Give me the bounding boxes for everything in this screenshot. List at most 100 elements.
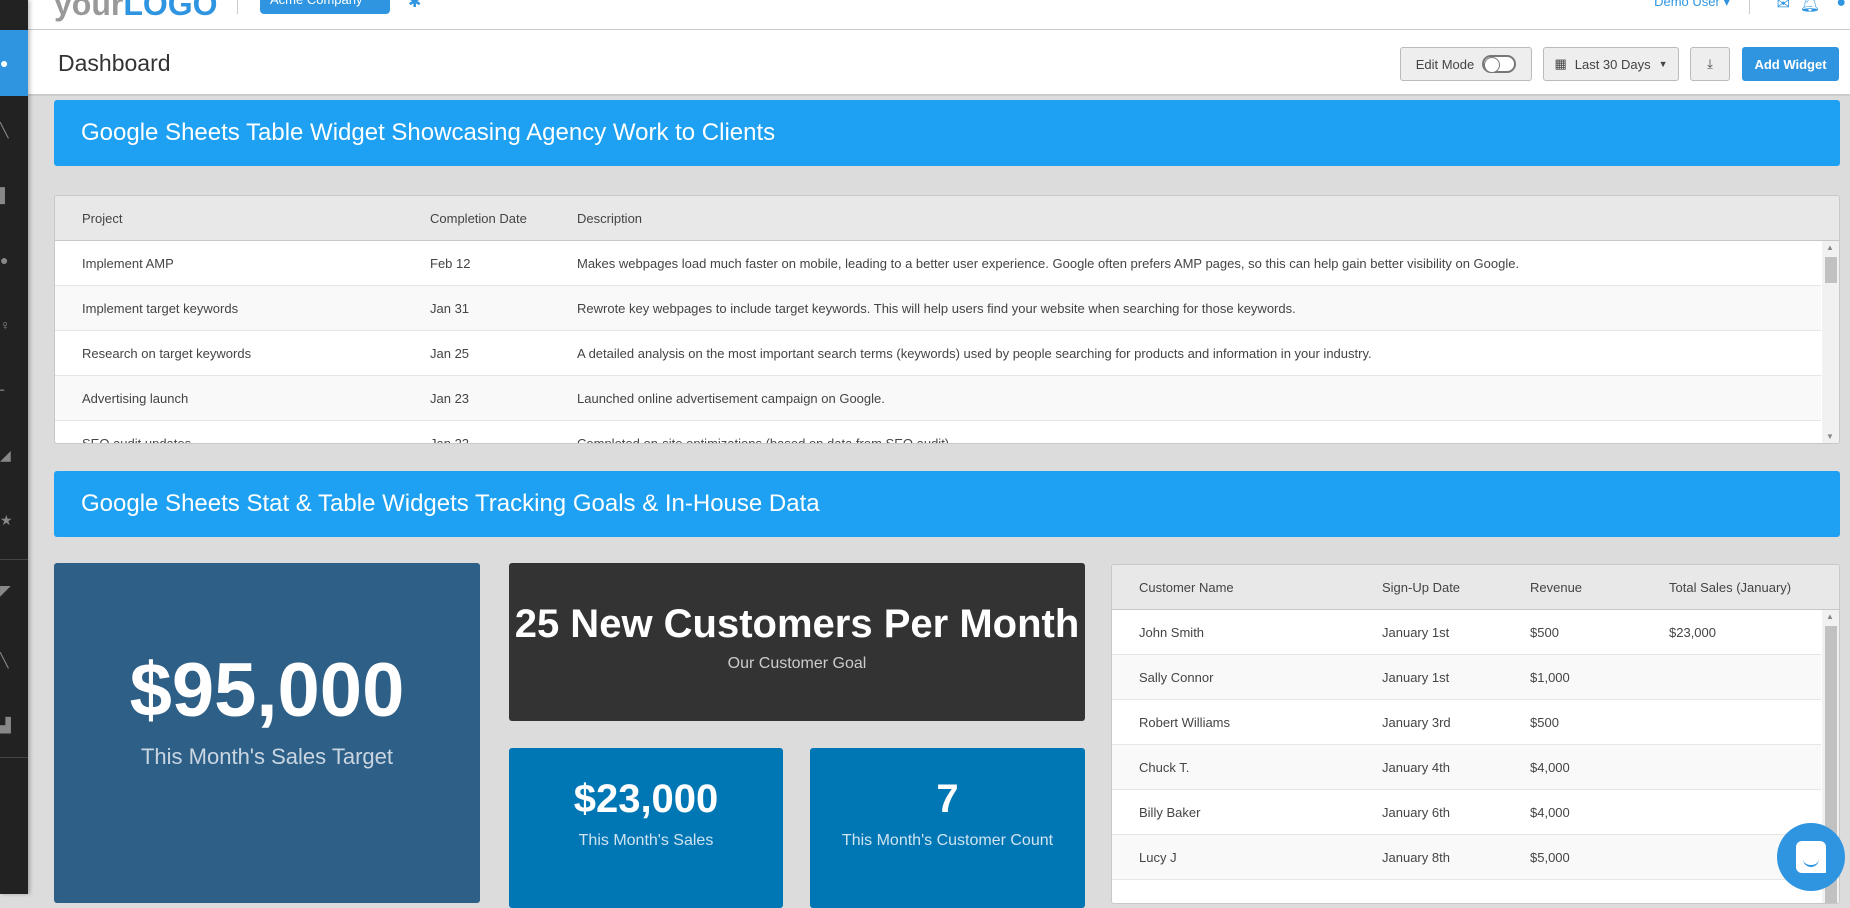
table-cell: A detailed analysis on the most importan…: [577, 346, 1372, 361]
megaphone-icon[interactable]: ✉: [1777, 0, 1790, 14]
logo-prefix: your: [54, 0, 124, 22]
download-button[interactable]: ⤓: [1690, 47, 1730, 81]
table-cell: Jan 31: [430, 301, 470, 316]
edit-mode-label: Edit Mode: [1415, 56, 1475, 72]
sidebar-item-3[interactable]: ●: [0, 240, 28, 280]
star-icon: ★: [0, 511, 13, 528]
column-header[interactable]: Project: [82, 196, 122, 241]
sidebar-item-10[interactable]: ▟: [0, 705, 28, 745]
stat-sales-target: $95,000 This Month's Sales Target: [54, 563, 480, 903]
column-header[interactable]: Sign-Up Date: [1382, 565, 1460, 610]
table-cell: Implement target keywords: [82, 301, 239, 316]
sidebar-item-4[interactable]: ♀: [0, 305, 28, 345]
stat-monthly-sales: $23,000 This Month's Sales: [509, 748, 783, 908]
table-icon: ▟: [0, 716, 11, 733]
date-range-dropdown[interactable]: ▦ Last 30 Days ▼: [1543, 47, 1679, 81]
sidebar-item-dashboard[interactable]: ●: [0, 30, 28, 96]
table-cell: John Smith: [1139, 625, 1205, 640]
table-cell: Feb 12: [430, 256, 471, 271]
table-cell: $23,000: [1669, 625, 1716, 640]
stat-value: $95,000: [129, 647, 405, 733]
column-header[interactable]: Revenue: [1530, 565, 1582, 610]
scroll-up-icon[interactable]: ▲: [1826, 243, 1834, 252]
gear-icon[interactable]: ✱: [408, 0, 421, 12]
add-widget-button[interactable]: Add Widget: [1742, 47, 1839, 81]
table-cell: Billy Baker: [1139, 805, 1201, 820]
table-cell: Jan 22: [430, 436, 470, 444]
page-header: Dashboard Edit Mode ▦ Last 30 Days ▼ ⤓ Add…: [28, 30, 1850, 96]
table-cell: $4,000: [1530, 760, 1570, 775]
scrollbar-thumb[interactable]: [1825, 257, 1837, 283]
column-header[interactable]: Customer Name: [1139, 565, 1234, 610]
table-row[interactable]: Implement target keywords Jan 31 Rewrote k…: [55, 286, 1821, 331]
section-banner: Google Sheets Stat & Table Widgets Track…: [54, 471, 1840, 537]
table-cell: SEO audit updates: [82, 436, 192, 444]
table-row[interactable]: Billy Baker January 6th $4,000: [1112, 790, 1821, 835]
sidebar-item-7[interactable]: ★: [0, 500, 28, 540]
column-header[interactable]: Total Sales (January): [1669, 565, 1791, 610]
toggle-switch[interactable]: [1482, 55, 1517, 73]
caret-down-icon: ▼: [1658, 59, 1668, 69]
stat-customer-count: 7 This Month's Customer Count: [810, 748, 1085, 908]
table-row[interactable]: Chuck T. January 4th $4,000: [1112, 745, 1821, 790]
company-selector[interactable]: Acme Company: [260, 0, 390, 14]
stat-value: 7: [936, 776, 959, 821]
chat-launcher[interactable]: [1777, 823, 1845, 891]
stat-customer-goal: 25 New Customers Per Month Our Customer …: [509, 563, 1085, 721]
table-cell: Advertising launch: [82, 391, 189, 406]
sidebar-item-2[interactable]: ▌: [0, 175, 28, 215]
send-icon: ◤: [0, 581, 11, 598]
table-row[interactable]: John Smith January 1st $500 $23,000: [1112, 610, 1821, 655]
table-row[interactable]: Advertising launch Jan 23 Launched online …: [55, 376, 1821, 421]
scroll-up-icon[interactable]: ▲: [1826, 612, 1834, 621]
bell-icon[interactable]: 🔔︎: [1800, 0, 1820, 14]
section-banner: Google Sheets Table Widget Showcasing Ag…: [54, 100, 1840, 166]
logo: yourLOGO: [54, 0, 218, 23]
edit-mode-toggle[interactable]: Edit Mode: [1400, 47, 1532, 81]
stat-label: Our Customer Goal: [727, 654, 867, 672]
user-menu[interactable]: Demo User ▾: [1654, 0, 1730, 10]
table-header: Project Completion Date Description: [55, 196, 1839, 241]
table-cell: Jan 25: [430, 346, 470, 361]
table-cell: $5,000: [1530, 850, 1570, 865]
sidebar-item-1[interactable]: ╲: [0, 110, 28, 150]
table-cell: January 4th: [1382, 760, 1450, 775]
table-cell: Sally Connor: [1139, 670, 1214, 685]
table-cell: $1,000: [1530, 670, 1570, 685]
sidebar-item-9[interactable]: ╲: [0, 640, 28, 680]
download-icon: ⤓: [1707, 56, 1713, 71]
sidebar-item-5[interactable]: ╴: [0, 370, 28, 410]
customers-table: Customer Name Sign-Up Date Revenue Total…: [1111, 564, 1840, 904]
divider: [1749, 0, 1750, 14]
table-cell: Jan 23: [430, 391, 470, 406]
table-row[interactable]: Lucy J January 8th $5,000: [1112, 835, 1821, 880]
scrollbar[interactable]: ▲ ▼: [1822, 241, 1839, 443]
table-cell: January 6th: [1382, 805, 1450, 820]
table-cell: Lucy J: [1139, 850, 1177, 865]
table-row[interactable]: SEO audit updates Jan 22 Completed on-site…: [55, 421, 1821, 444]
info-icon[interactable]: ●: [1836, 0, 1846, 12]
sidebar-item-6[interactable]: ◢: [0, 435, 28, 475]
column-header[interactable]: Description: [577, 196, 642, 241]
stat-label: This Month's Sales Target: [140, 743, 394, 769]
table-cell: Chuck T.: [1139, 760, 1190, 775]
table-row[interactable]: Sally Connor January 1st $1,000: [1112, 655, 1821, 700]
table-row[interactable]: Implement AMP Feb 12 Makes webpages load m…: [55, 241, 1821, 286]
user-icon: ♀: [0, 317, 11, 333]
table-row[interactable]: Robert Williams January 3rd $500: [1112, 700, 1821, 745]
user-name: Demo User: [1654, 0, 1720, 9]
table-cell: Rewrote key webpages to include target k…: [577, 301, 1296, 316]
table-cell: January 1st: [1382, 670, 1450, 685]
logo-suffix: LOGO: [123, 0, 218, 22]
table-row[interactable]: Research on target keywords Jan 25 A detai…: [55, 331, 1821, 376]
chat-icon: [1796, 841, 1826, 873]
table-cell: Research on target keywords: [82, 346, 252, 361]
sidebar-item-8[interactable]: ◤: [0, 570, 28, 610]
tag-icon: ●: [0, 252, 9, 268]
table-cell: Launched online advertisement campaign o…: [577, 391, 885, 406]
chart-icon: ╲: [0, 121, 9, 138]
table-cell: $500: [1530, 625, 1559, 640]
scroll-down-icon[interactable]: ▼: [1826, 432, 1834, 441]
dashboard-icon: ●: [0, 55, 9, 71]
column-header[interactable]: Completion Date: [430, 196, 527, 241]
